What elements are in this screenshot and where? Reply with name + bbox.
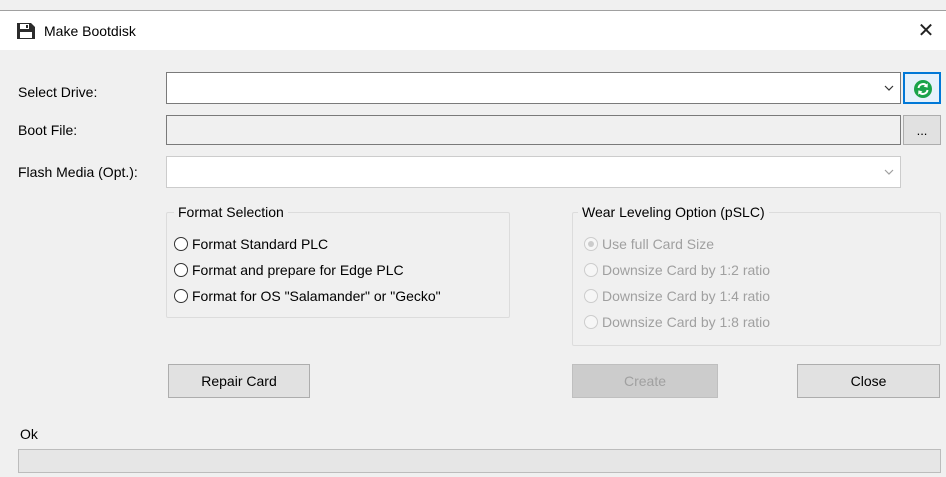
radio-label: Downsize Card by 1:8 ratio: [602, 314, 771, 330]
window-title: Make Bootdisk: [44, 23, 136, 39]
radio-circle[interactable]: [584, 237, 598, 251]
radio-circle[interactable]: [584, 315, 598, 329]
radio-circle[interactable]: [174, 289, 188, 303]
flash-media-label: Flash Media (Opt.):: [18, 164, 138, 180]
downsize-1-8-radio[interactable]: Downsize Card by 1:8 ratio: [584, 314, 770, 330]
browse-boot-file-button[interactable]: ...: [903, 115, 941, 145]
downsize-1-2-radio[interactable]: Downsize Card by 1:2 ratio: [584, 262, 770, 278]
flash-media-dropdown[interactable]: [166, 156, 901, 188]
floppy-disk-icon: [17, 23, 35, 39]
status-text: Ok: [20, 426, 38, 442]
format-standard-plc-radio[interactable]: Format Standard PLC: [174, 236, 328, 252]
chevron-down-icon: [884, 169, 894, 175]
make-bootdisk-window: Make Bootdisk ✕ Select Drive: Boot File:…: [0, 0, 946, 477]
radio-circle[interactable]: [584, 263, 598, 277]
radio-label: Format and prepare for Edge PLC: [192, 262, 404, 278]
progress-bar: [18, 449, 941, 473]
wear-leveling-title: Wear Leveling Option (pSLC): [578, 204, 769, 220]
boot-file-input[interactable]: [166, 115, 901, 145]
radio-circle[interactable]: [584, 289, 598, 303]
radio-label: Downsize Card by 1:2 ratio: [602, 262, 771, 278]
select-drive-dropdown[interactable]: [166, 72, 901, 104]
radio-label: Format Standard PLC: [192, 236, 329, 252]
chevron-down-icon: [884, 85, 894, 91]
close-button[interactable]: Close: [797, 364, 940, 398]
format-salamander-gecko-radio[interactable]: Format for OS "Salamander" or "Gecko": [174, 288, 441, 304]
close-window-button[interactable]: ✕: [912, 17, 940, 45]
downsize-1-4-radio[interactable]: Downsize Card by 1:4 ratio: [584, 288, 770, 304]
repair-card-button[interactable]: Repair Card: [168, 364, 310, 398]
title-bar: Make Bootdisk ✕: [0, 10, 946, 50]
use-full-card-size-radio[interactable]: Use full Card Size: [584, 236, 714, 252]
radio-label: Downsize Card by 1:4 ratio: [602, 288, 771, 304]
radio-circle[interactable]: [174, 263, 188, 277]
format-edge-plc-radio[interactable]: Format and prepare for Edge PLC: [174, 262, 404, 278]
radio-label: Use full Card Size: [602, 236, 715, 252]
refresh-icon: [914, 80, 932, 98]
select-drive-label: Select Drive:: [18, 84, 98, 100]
radio-label: Format for OS "Salamander" or "Gecko": [192, 288, 441, 304]
radio-circle[interactable]: [174, 237, 188, 251]
format-selection-title: Format Selection: [174, 204, 288, 220]
boot-file-label: Boot File:: [18, 122, 78, 138]
refresh-drives-button[interactable]: [903, 72, 941, 104]
create-button[interactable]: Create: [572, 364, 718, 398]
